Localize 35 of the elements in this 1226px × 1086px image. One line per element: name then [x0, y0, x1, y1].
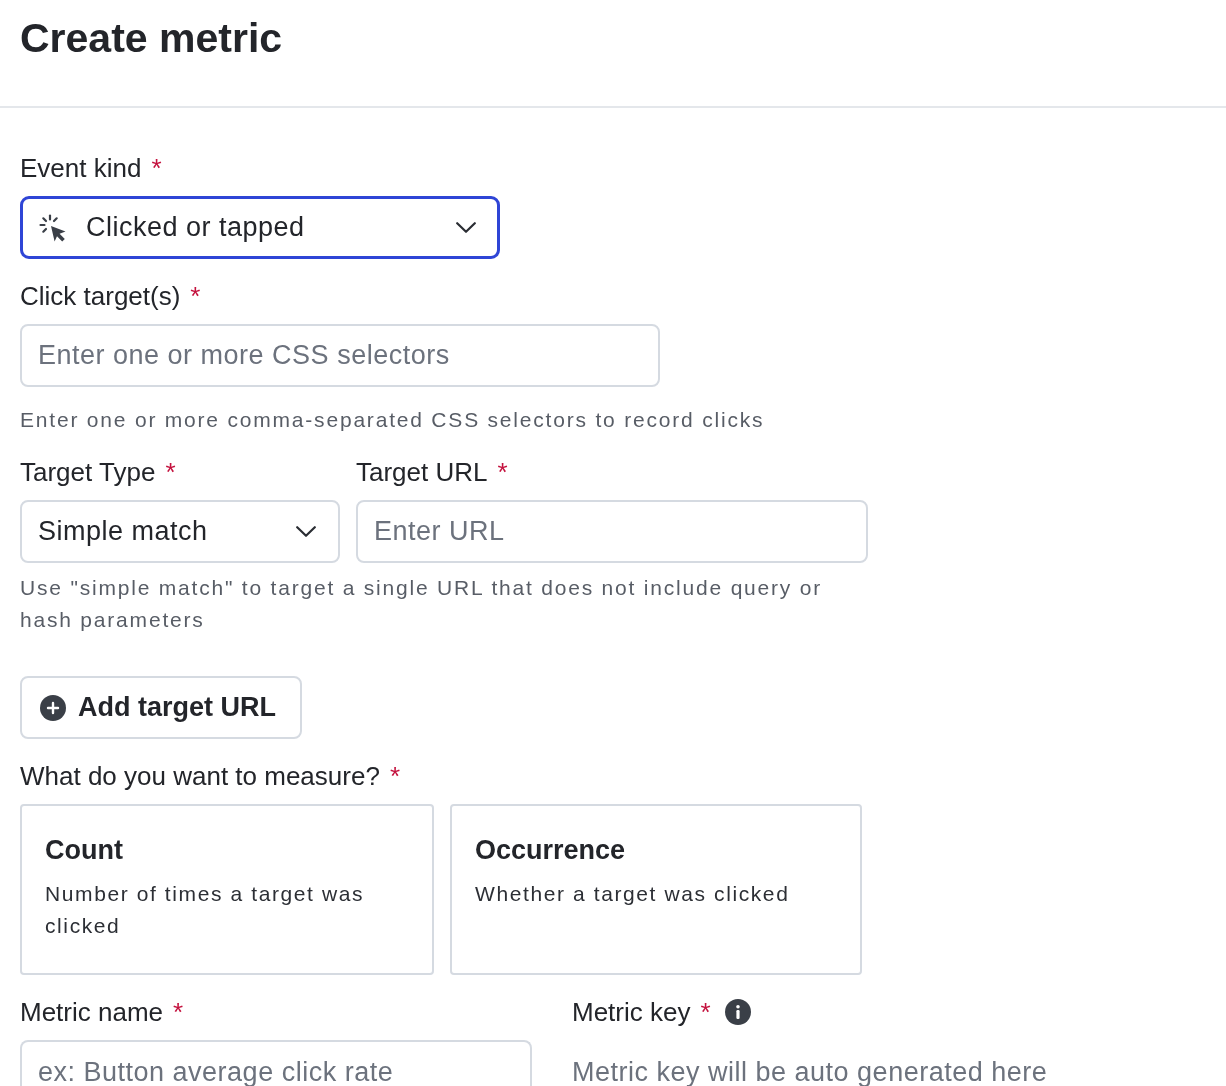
required-mark: * — [165, 456, 176, 488]
card-title: Count — [45, 836, 124, 864]
plus-circle-icon — [40, 694, 66, 721]
chevron-down-icon — [456, 222, 476, 233]
card-description: Number of times a target was clicked — [45, 881, 366, 939]
field-label: Target Type — [20, 456, 156, 488]
required-mark: * — [700, 996, 711, 1028]
help-text: Enter one or more comma-separated CSS selectors to record clicks — [20, 407, 766, 433]
measure-option-card[interactable]: Count Number of times a target was clicked — [20, 804, 434, 975]
field-label: What do you want to measure? — [20, 760, 380, 792]
required-mark: * — [497, 456, 508, 488]
help-text: Use "simple match" to target a single URL that does not include query or hash parameters — [20, 575, 824, 633]
metric-name-input[interactable]: ex: Button average click rate — [20, 1040, 532, 1086]
add-target-url-button[interactable]: Add target URL — [20, 676, 302, 739]
field-label: Metric key — [572, 996, 691, 1028]
required-mark: * — [190, 280, 201, 312]
measure-option-card[interactable]: Occurrence Whether a target was clicked — [450, 804, 862, 975]
target-url-input[interactable]: Enter URL — [356, 500, 868, 563]
chevron-down-icon — [296, 526, 316, 537]
field-label: Event kind — [20, 152, 142, 184]
cursor-click-icon — [39, 213, 67, 242]
required-mark: * — [173, 996, 184, 1028]
click-targets-input[interactable]: Enter one or more CSS selectors — [20, 324, 660, 387]
card-description: Whether a target was clicked — [475, 881, 791, 907]
page-title: Create metric — [20, 14, 284, 62]
event-kind-select[interactable]: Clicked or tapped — [20, 196, 500, 259]
required-mark: * — [389, 760, 400, 792]
field-label: Target URL — [356, 456, 488, 488]
field-label: Metric name — [20, 996, 164, 1028]
required-mark: * — [151, 152, 162, 184]
card-title: Occurrence — [475, 836, 627, 864]
target-type-select[interactable]: Simple match — [20, 500, 340, 563]
info-icon[interactable] — [724, 999, 751, 1025]
metric-key-hint: Metric key will be auto generated here — [572, 1057, 1048, 1086]
field-label: Click target(s) — [20, 280, 181, 312]
